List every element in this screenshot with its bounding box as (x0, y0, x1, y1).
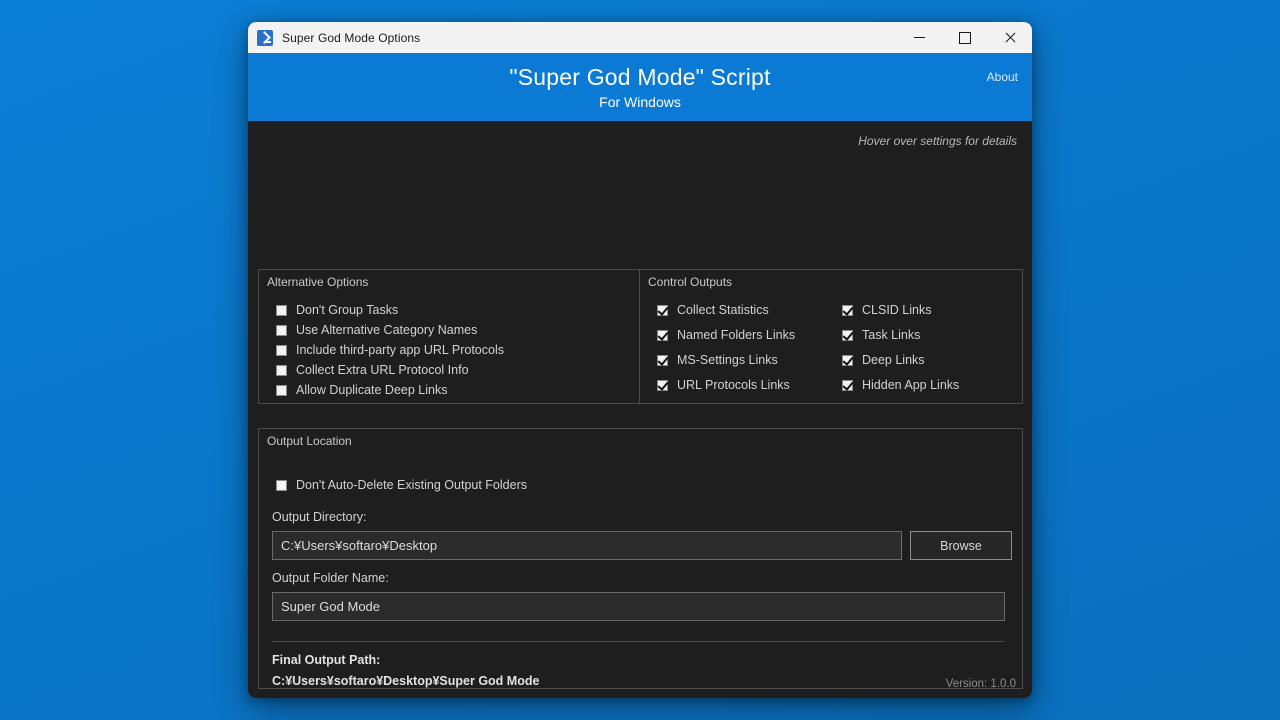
output-location-title: Output Location (267, 434, 352, 448)
window-title: Super God Mode Options (282, 30, 421, 45)
checkbox-box (842, 354, 853, 366)
checkbox-label: Collect Statistics (677, 303, 769, 317)
page-title: "Super God Mode" Script (509, 63, 771, 90)
checkbox-ms-settings-links[interactable]: MS-Settings Links (657, 353, 778, 367)
title-bar[interactable]: Super God Mode Options (248, 22, 1032, 53)
about-link[interactable]: About (987, 70, 1018, 84)
app-header: "Super God Mode" Script For Windows Abou… (248, 53, 1032, 121)
checkbox-box (657, 304, 668, 316)
checkbox-box (842, 329, 853, 341)
page-subtitle: For Windows (599, 93, 681, 110)
checkbox-box (842, 379, 853, 391)
application-window: Super God Mode Options "Super God Mode" … (248, 22, 1032, 698)
checkbox-box (657, 354, 668, 366)
checkbox-box (276, 304, 287, 316)
powershell-icon (257, 29, 273, 46)
checkbox-include-third-party-url-protocols[interactable]: Include third-party app URL Protocols (276, 343, 504, 357)
checkbox-box (276, 479, 287, 491)
version-label: Version: 1.0.0 (945, 678, 1016, 690)
checkbox-label: MS-Settings Links (677, 353, 778, 367)
checkbox-label: Use Alternative Category Names (296, 323, 478, 337)
hover-hint-text: Hover over settings for details (858, 134, 1017, 148)
checkbox-allow-duplicate-deep-links[interactable]: Allow Duplicate Deep Links (276, 383, 447, 397)
checkbox-box (842, 304, 853, 316)
final-output-path-value: C:¥Users¥softaro¥Desktop¥Super God Mode (272, 674, 540, 688)
checkbox-clsid-links[interactable]: CLSID Links (842, 303, 931, 317)
checkbox-box (657, 329, 668, 341)
checkbox-label: CLSID Links (862, 303, 932, 317)
checkbox-label: Allow Duplicate Deep Links (296, 383, 448, 397)
alternative-options-title: Alternative Options (267, 275, 369, 289)
control-outputs-title: Control Outputs (648, 275, 733, 289)
output-location-group: Output Location Don't Auto-Delete Existi… (258, 428, 1023, 689)
checkbox-task-links[interactable]: Task Links (842, 328, 920, 342)
close-icon (1004, 32, 1016, 44)
checkbox-deep-links[interactable]: Deep Links (842, 353, 925, 367)
output-folder-name-label: Output Folder Name: (272, 571, 389, 585)
final-output-path-label: Final Output Path: (272, 653, 381, 667)
checkbox-dont-auto-delete-existing-output-folders[interactable]: Don't Auto-Delete Existing Output Folder… (276, 478, 527, 492)
browse-button[interactable]: Browse (910, 531, 1012, 560)
checkbox-box (657, 379, 668, 391)
checkbox-label: Collect Extra URL Protocol Info (296, 363, 469, 377)
checkbox-named-folders-links[interactable]: Named Folders Links (657, 328, 795, 342)
checkbox-label: Don't Group Tasks (296, 303, 399, 317)
checkbox-box (276, 344, 287, 356)
checkbox-dont-group-tasks[interactable]: Don't Group Tasks (276, 303, 398, 317)
checkbox-label: Hidden App Links (862, 378, 960, 392)
checkbox-hidden-app-links[interactable]: Hidden App Links (842, 378, 959, 392)
checkbox-box (276, 384, 287, 396)
checkbox-collect-statistics[interactable]: Collect Statistics (657, 303, 769, 317)
checkbox-label: URL Protocols Links (677, 378, 790, 392)
window-controls (897, 22, 1032, 53)
maximize-button[interactable] (942, 22, 987, 53)
checkbox-box (276, 364, 287, 376)
checkbox-label: Named Folders Links (677, 328, 796, 342)
alternative-options-group: Alternative Options Don't Group Tasks Us… (258, 269, 642, 404)
checkbox-box (276, 324, 287, 336)
main-content: Hover over settings for details Alternat… (248, 121, 1032, 698)
checkbox-url-protocols-links[interactable]: URL Protocols Links (657, 378, 790, 392)
checkbox-label: Include third-party app URL Protocols (296, 343, 504, 357)
checkbox-label: Don't Auto-Delete Existing Output Folder… (296, 478, 527, 492)
output-folder-name-input[interactable] (272, 592, 1005, 621)
minimize-button[interactable] (897, 22, 942, 53)
checkbox-label: Deep Links (862, 353, 925, 367)
close-button[interactable] (987, 22, 1032, 53)
checkbox-collect-extra-url-protocol-info[interactable]: Collect Extra URL Protocol Info (276, 363, 469, 377)
checkbox-use-alternative-category-names[interactable]: Use Alternative Category Names (276, 323, 477, 337)
output-directory-label: Output Directory: (272, 510, 367, 524)
maximize-icon (958, 31, 971, 44)
minimize-icon (914, 37, 925, 38)
control-outputs-group: Control Outputs Collect Statistics Named… (639, 269, 1023, 404)
output-directory-input[interactable] (272, 531, 902, 560)
checkbox-label: Task Links (862, 328, 921, 342)
section-divider (272, 641, 1005, 642)
